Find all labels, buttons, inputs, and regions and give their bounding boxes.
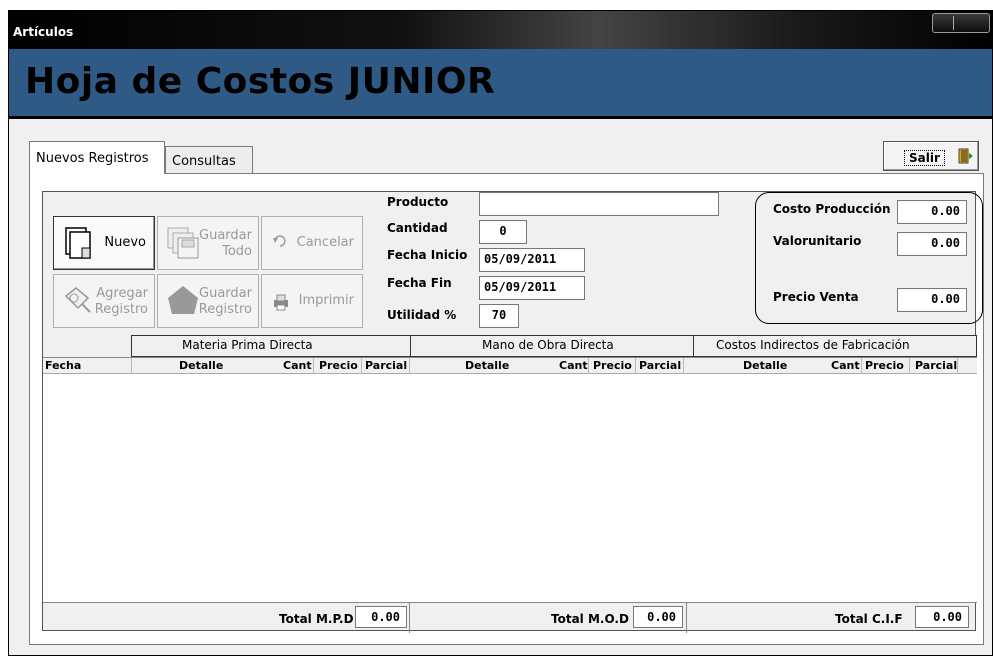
fecha-inicio-label: Fecha Inicio [387,248,468,262]
col-divider [635,358,636,374]
col-mpd-precio[interactable]: Precio [319,359,358,372]
col-divider [131,358,132,374]
save-all-label-2: Todo [222,244,252,259]
undo-icon [272,233,288,249]
tab-panel: Nuevo Guardar Todo Cancelar Agregar Regi… [29,173,984,645]
add-record-label-2: Registro [94,302,148,317]
add-record-label-1: Agregar [96,286,148,301]
col-mpd-detalle[interactable]: Detalle [179,359,223,372]
tab-nuevos-registros[interactable]: Nuevos Registros [29,141,165,174]
precio-venta-label: Precio Venta [773,290,859,304]
col-divider [361,358,362,374]
col-mod-parcial[interactable]: Parcial [639,359,681,372]
title-bar[interactable]: Artículos [9,11,992,49]
fecha-fin-label: Fecha Fin [387,276,452,290]
totals-divider [409,603,410,633]
client-area: Hoja de Costos JUNIOR Nuevos Registros C… [9,49,992,655]
printer-icon [272,293,290,311]
costo-produccion-field[interactable]: 0.00 [897,200,967,224]
total-mpd-field[interactable]: 0.00 [355,606,407,628]
save-record-label-2: Registro [198,302,252,317]
cancel-button[interactable]: Cancelar [261,216,363,270]
grid-group-header: Materia Prima Directa Mano de Obra Direc… [131,335,977,358]
exit-button-label: Salir [904,150,945,166]
print-button[interactable]: Imprimir [261,274,363,328]
window-controls-divider [953,16,954,30]
save-record-label-1: Guardar [199,286,252,301]
col-cif-detalle[interactable]: Detalle [743,359,787,372]
new-button-label: Nuevo [104,235,146,250]
form-area: Nuevo Guardar Todo Cancelar Agregar Regi… [42,191,983,633]
cancel-button-label: Cancelar [296,235,354,250]
group-mod: Mano de Obra Directa [482,338,614,352]
save-all-button[interactable]: Guardar Todo [157,216,259,270]
total-cif-field[interactable]: 0.00 [915,606,969,628]
totals-bar: Total M.P.D 0.00 Total M.O.D 0.00 Total … [43,602,977,633]
col-divider [313,358,314,374]
valor-unitario-field[interactable]: 0.00 [897,232,967,256]
add-record-button[interactable]: Agregar Registro [53,274,155,328]
save-all-icon [166,226,200,260]
cantidad-label: Cantidad [387,221,448,235]
valor-unitario-label: Valorunitario [773,234,862,248]
col-mpd-parcial[interactable]: Parcial [365,359,407,372]
header-banner: Hoja de Costos JUNIOR [9,49,992,119]
col-fecha[interactable]: Fecha [45,359,81,372]
totals-divider [686,603,687,633]
group-divider [410,336,411,358]
add-record-icon [62,284,96,318]
col-divider [957,358,958,374]
utilidad-label: Utilidad % [387,308,457,322]
col-cif-precio[interactable]: Precio [865,359,904,372]
col-divider [588,358,589,374]
col-mod-precio[interactable]: Precio [593,359,632,372]
page-title: Hoja de Costos JUNIOR [25,61,496,102]
new-button[interactable]: Nuevo [53,216,155,270]
window-title: Artículos [13,25,74,39]
col-divider [683,358,684,374]
total-cif-label: Total C.I.F [835,612,903,626]
window-controls[interactable] [932,13,990,33]
save-all-label-1: Guardar [199,228,252,243]
records-grid[interactable]: Fecha Detalle Cant Precio Parcial Detall… [43,357,977,602]
fecha-inicio-field[interactable]: 05/09/2011 [479,248,585,272]
utilidad-field[interactable]: 70 [479,304,519,328]
total-mpd-label: Total M.P.D [279,612,354,626]
producto-field[interactable] [479,192,719,216]
total-mod-label: Total M.O.D [551,612,629,626]
col-divider [861,358,862,374]
col-divider [909,358,910,374]
col-mod-detalle[interactable]: Detalle [465,359,509,372]
grid-column-header: Fecha Detalle Cant Precio Parcial Detall… [43,358,977,374]
app-window: Artículos Hoja de Costos JUNIOR Nuevos R… [8,10,993,656]
print-button-label: Imprimir [298,293,354,308]
precio-venta-field[interactable]: 0.00 [897,288,967,312]
save-record-button[interactable]: Guardar Registro [157,274,259,328]
group-cif: Costos Indirectos de Fabricación [716,338,910,352]
col-cif-cant[interactable]: Cant [831,359,860,372]
group-mpd: Materia Prima Directa [182,338,313,352]
fecha-fin-field[interactable]: 05/09/2011 [479,276,585,300]
costo-produccion-label: Costo Producción [773,202,891,216]
col-divider [409,358,410,374]
total-mod-field[interactable]: 0.00 [633,606,683,628]
producto-label: Producto [387,195,449,209]
tab-consultas[interactable]: Consultas [165,146,253,174]
exit-door-icon [956,147,974,165]
exit-button[interactable]: Salir [883,141,979,171]
col-mod-cant[interactable]: Cant [559,359,588,372]
save-record-icon [166,284,200,318]
background-edge [0,0,8,666]
group-divider [693,336,694,358]
col-mpd-cant[interactable]: Cant [283,359,312,372]
new-document-icon [62,226,96,260]
col-cif-parcial[interactable]: Parcial [915,359,957,372]
cantidad-field[interactable]: 0 [479,220,527,244]
